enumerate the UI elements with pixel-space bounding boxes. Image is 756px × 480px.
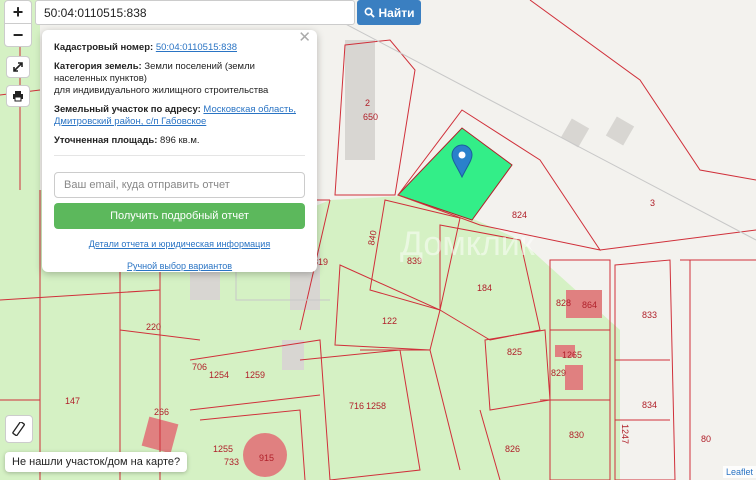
ruler-icon — [12, 422, 25, 436]
parcel-label: 828 — [556, 298, 571, 308]
parcel-label: 824 — [512, 210, 527, 220]
zoom-out-button[interactable]: − — [4, 23, 32, 47]
leaflet-attribution-link[interactable]: Leaflet — [722, 466, 756, 478]
manual-selection-link[interactable]: Ручной выбор вариантов — [127, 261, 232, 271]
parcel-label: 1265 — [562, 350, 582, 360]
parcel-label: 80 — [701, 434, 711, 444]
parcel-label: 1255 — [213, 444, 233, 454]
parcel-label: 122 — [382, 316, 397, 326]
cadastral-label: Кадастровый номер: — [54, 42, 154, 53]
parcel-label: 825 — [507, 347, 522, 357]
parcel-label: 830 — [569, 430, 584, 440]
parcel-label: 266 — [154, 407, 169, 417]
parcel-label: 184 — [477, 283, 492, 293]
parcel-label: 716 — [349, 401, 364, 411]
parcel-label: 1254 — [209, 370, 229, 380]
parcel-label: 829 — [551, 368, 566, 378]
ruler-button[interactable] — [5, 415, 33, 443]
parcel-label: 1258 — [366, 401, 386, 411]
parcel-label: 864 — [582, 300, 597, 310]
parcel-label: 1247 — [620, 424, 630, 444]
area-value: 896 кв.м. — [160, 135, 200, 146]
get-report-button[interactable]: Получить подробный отчет — [54, 203, 305, 229]
search-icon — [364, 7, 375, 18]
parcel-info-popup: ✕ Кадастровый номер: 50:04:0110515:838 К… — [42, 30, 317, 272]
find-button[interactable]: Найти — [357, 0, 421, 25]
parcel-label: 834 — [642, 400, 657, 410]
watermark: Домклик — [400, 225, 536, 263]
email-field[interactable] — [54, 172, 305, 198]
parcel-label: 733 — [224, 457, 239, 467]
category-use: для индивидуального жилищного строительс… — [54, 85, 269, 96]
report-details-link[interactable]: Детали отчета и юридическая информация — [89, 239, 270, 249]
parcel-label: 220 — [146, 322, 161, 332]
parcel-label: 147 — [65, 396, 80, 406]
find-button-label: Найти — [378, 5, 415, 20]
printer-icon — [13, 91, 23, 102]
address-label: Земельный участок по адресу: — [54, 104, 201, 115]
parcel-label: 833 — [642, 310, 657, 320]
parcel-label: 3 — [650, 198, 655, 208]
parcel-label: 915 — [259, 453, 274, 463]
print-button[interactable] — [6, 85, 30, 107]
area-label: Уточненная площадь: — [54, 135, 158, 146]
parcel-label: 826 — [505, 444, 520, 454]
zoom-in-button[interactable]: + — [4, 0, 32, 24]
cadastral-number-link[interactable]: 50:04:0110515:838 — [156, 42, 237, 53]
fullscreen-button[interactable] — [6, 56, 30, 78]
parcel-label: 2 — [365, 98, 370, 108]
category-label: Категория земель: — [54, 61, 142, 72]
not-found-button[interactable]: Не нашли участок/дом на карте? — [5, 452, 188, 472]
parcel-label: 650 — [363, 112, 378, 122]
expand-icon — [13, 62, 23, 72]
close-icon[interactable]: ✕ — [298, 30, 311, 45]
parcel-label: 1259 — [245, 370, 265, 380]
parcel-label: 706 — [192, 362, 207, 372]
search-input[interactable] — [35, 0, 355, 25]
